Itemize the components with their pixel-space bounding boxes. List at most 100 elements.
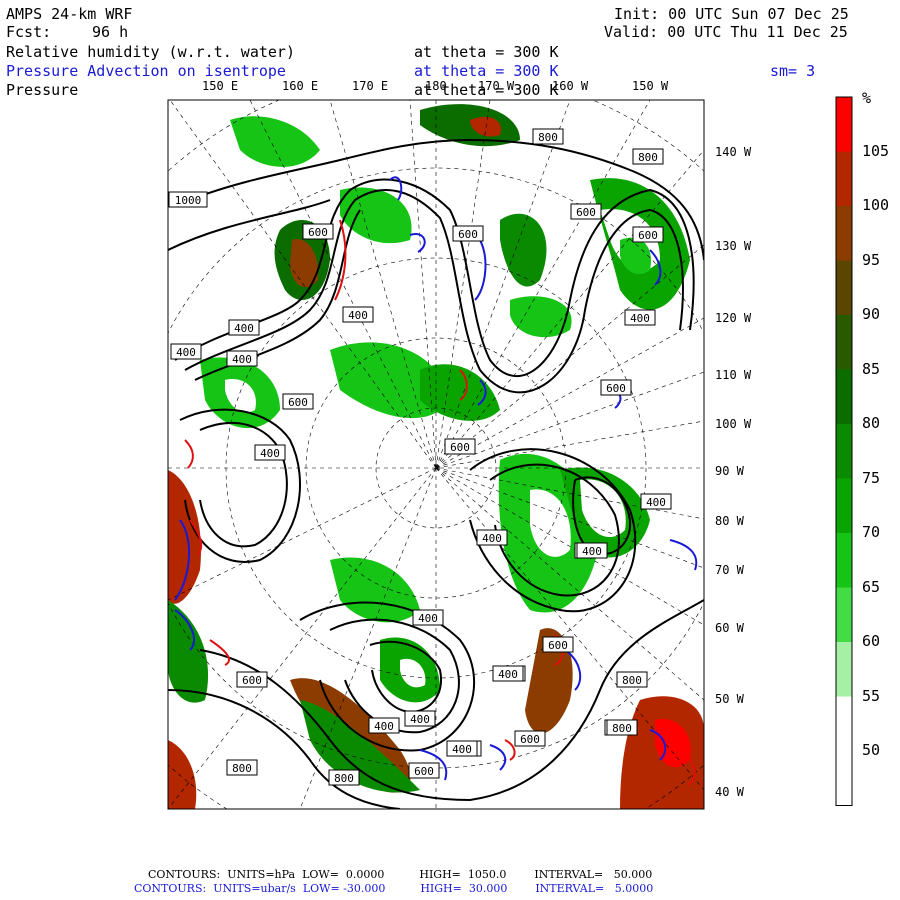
colorbar-level-label: 85 bbox=[862, 359, 881, 378]
svg-text:600: 600 bbox=[458, 228, 478, 241]
colorbar-level-label: 90 bbox=[862, 305, 881, 323]
longitude-label-top: 180 bbox=[425, 79, 447, 93]
svg-text:400: 400 bbox=[176, 346, 196, 359]
longitude-label-right: 100 W bbox=[715, 417, 752, 431]
contour-label: 400 bbox=[640, 493, 672, 510]
colorbar-swatch bbox=[836, 533, 852, 588]
longitude-label-right: 70 W bbox=[715, 563, 744, 577]
advection-contour-info: CONTOURS: UNITS=ubar/s LOW= -30.000 HIGH… bbox=[134, 882, 654, 895]
svg-text:600: 600 bbox=[576, 206, 596, 219]
longitude-label-right: 40 W bbox=[715, 785, 744, 799]
longitude-label-right: 120 W bbox=[715, 311, 752, 325]
colorbar-swatch bbox=[836, 696, 852, 751]
contour-label: 1000 bbox=[168, 191, 208, 208]
contour-label: 400 bbox=[228, 319, 260, 336]
contour-label: 400 bbox=[342, 306, 374, 323]
longitude-label-right: 110 W bbox=[715, 368, 752, 382]
contour-label: 400 bbox=[446, 740, 478, 757]
colorbar-swatch bbox=[836, 587, 852, 642]
svg-text:400: 400 bbox=[630, 312, 650, 325]
longitude-label-right: 60 W bbox=[715, 621, 744, 635]
contour-label: 600 bbox=[452, 225, 484, 242]
colorbar-level-label: 95 bbox=[862, 250, 881, 269]
colorbar-swatch bbox=[836, 424, 852, 479]
svg-text:600: 600 bbox=[520, 733, 540, 746]
colorbar-swatch bbox=[836, 151, 852, 206]
contour-label: 600 bbox=[408, 762, 440, 779]
svg-text:400: 400 bbox=[410, 713, 430, 726]
longitude-label-right: 80 W bbox=[715, 514, 744, 528]
longitude-label-top: 170 E bbox=[352, 79, 389, 93]
contour-label: 400 bbox=[412, 609, 444, 626]
colorbar-swatch bbox=[836, 206, 852, 261]
svg-text:400: 400 bbox=[498, 668, 518, 681]
contour-label: 400 bbox=[254, 444, 286, 461]
svg-text:600: 600 bbox=[450, 441, 470, 454]
svg-text:400: 400 bbox=[418, 612, 438, 625]
contour-label: 600 bbox=[514, 730, 546, 747]
contour-label: 600 bbox=[542, 636, 574, 653]
longitude-label-top: 150 W bbox=[632, 79, 669, 93]
svg-text:800: 800 bbox=[538, 131, 558, 144]
svg-text:400: 400 bbox=[582, 545, 602, 558]
colorbar-swatch bbox=[836, 369, 852, 424]
colorbar-level-label: 60 bbox=[862, 632, 881, 650]
contour-label: 600 bbox=[632, 226, 664, 243]
longitude-label-top: 160 W bbox=[552, 79, 589, 93]
svg-text:400: 400 bbox=[482, 532, 502, 545]
contour-label: 600 bbox=[236, 671, 268, 688]
colorbar-swatch bbox=[836, 97, 852, 152]
contour-label: 800 bbox=[532, 128, 564, 145]
contour-label: 400 bbox=[404, 710, 436, 727]
svg-text:400: 400 bbox=[232, 353, 252, 366]
svg-text:800: 800 bbox=[334, 772, 354, 785]
colorbar-swatch bbox=[836, 751, 852, 806]
contour-label: 800 bbox=[226, 759, 258, 776]
svg-text:800: 800 bbox=[612, 722, 632, 735]
contour-label: 400 bbox=[492, 665, 524, 682]
contour-label: 600 bbox=[600, 379, 632, 396]
colorbar-level-label: 75 bbox=[862, 468, 881, 487]
colorbar-level-label: 70 bbox=[862, 523, 881, 541]
contour-label: 400 bbox=[226, 350, 258, 367]
contour-label: 600 bbox=[302, 223, 334, 240]
longitude-label-right: 50 W bbox=[715, 692, 744, 706]
svg-text:800: 800 bbox=[638, 151, 658, 164]
contour-label: 400 bbox=[476, 529, 508, 546]
contour-label: 800 bbox=[616, 671, 648, 688]
svg-text:400: 400 bbox=[234, 322, 254, 335]
svg-text:600: 600 bbox=[414, 765, 434, 778]
svg-text:800: 800 bbox=[622, 674, 642, 687]
svg-text:400: 400 bbox=[348, 309, 368, 322]
colorbar-level-label: 100 bbox=[862, 196, 890, 214]
svg-text:600: 600 bbox=[638, 229, 658, 242]
colorbar-unit: % bbox=[862, 89, 872, 107]
longitude-label-top: 170 W bbox=[478, 79, 515, 93]
colorbar-level-label: 55 bbox=[862, 686, 881, 705]
svg-text:400: 400 bbox=[646, 496, 666, 509]
contour-label: 600 bbox=[570, 203, 602, 220]
longitude-label-right: 90 W bbox=[715, 464, 744, 478]
longitude-label-right: 130 W bbox=[715, 239, 752, 253]
svg-text:400: 400 bbox=[452, 743, 472, 756]
svg-text:600: 600 bbox=[242, 674, 262, 687]
contour-label: 400 bbox=[170, 343, 202, 360]
svg-text:600: 600 bbox=[308, 226, 328, 239]
longitude-label-top: 150 E bbox=[202, 79, 239, 93]
svg-text:600: 600 bbox=[548, 639, 568, 652]
colorbar-swatch bbox=[836, 478, 852, 533]
svg-text:600: 600 bbox=[606, 382, 626, 395]
colorbar-swatch bbox=[836, 260, 852, 315]
svg-text:1000: 1000 bbox=[175, 194, 202, 207]
colorbar-level-label: 50 bbox=[862, 741, 881, 759]
map-canvas: 800 800 600 600 600 600 400 400 400 400 400 1000 600… bbox=[167, 96, 853, 810]
svg-text:400: 400 bbox=[260, 447, 280, 460]
colorbar-swatch bbox=[836, 642, 852, 697]
colorbar-level-label: 65 bbox=[862, 577, 881, 596]
contour-label: 600 bbox=[282, 393, 314, 410]
contour-label: 800 bbox=[606, 719, 638, 736]
contour-label: 800 bbox=[632, 148, 664, 165]
contour-label: 600 bbox=[444, 438, 476, 455]
longitude-label-top: 160 E bbox=[282, 79, 319, 93]
svg-text:800: 800 bbox=[232, 762, 252, 775]
